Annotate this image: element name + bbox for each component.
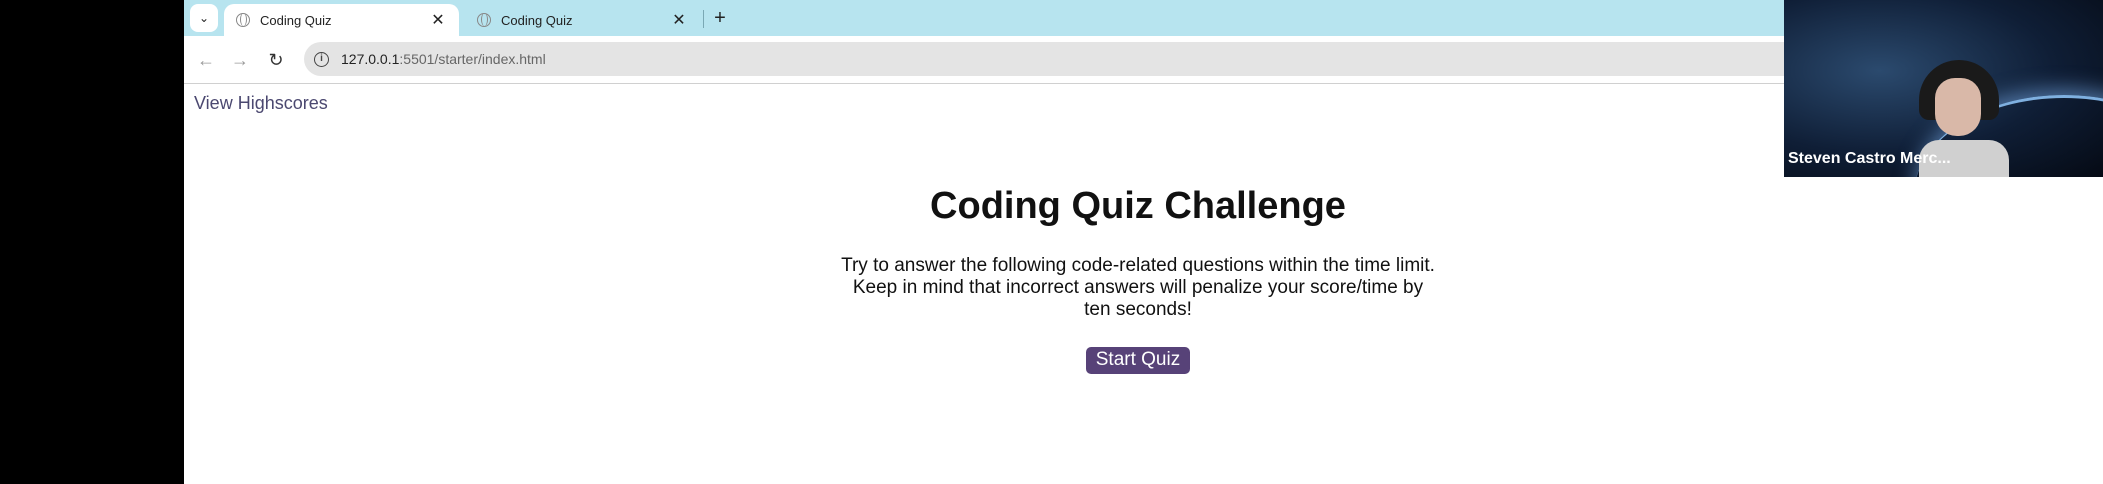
url-path: :5501/starter/index.html (399, 51, 546, 67)
webcam-overlay: Steven Castro Merc... (1784, 0, 2103, 177)
back-button[interactable]: ← (192, 46, 220, 74)
tab-coding-quiz[interactable]: Coding Quiz ✕ (465, 4, 700, 36)
chevron-down-icon: ⌄ (198, 11, 210, 25)
tab-title: Coding Quiz (501, 12, 573, 28)
quiz-intro: Coding Quiz Challenge Try to answer the … (840, 183, 1436, 374)
globe-icon (477, 13, 491, 27)
info-icon[interactable]: i (314, 51, 329, 67)
back-arrow-icon: ← (197, 49, 215, 70)
reload-icon: ↻ (268, 49, 284, 70)
quiz-description: Try to answer the following code-related… (841, 255, 1435, 320)
plus-icon: + (714, 6, 726, 29)
start-quiz-button[interactable]: Start Quiz (1085, 347, 1191, 374)
tab-search-button[interactable]: ⌄ (190, 4, 218, 32)
tab-coding-quiz-active[interactable]: Coding Quiz ✕ (224, 4, 459, 36)
url-host: 127.0.0.1 (341, 51, 400, 67)
tab-title: Coding Quiz (260, 12, 332, 28)
close-icon[interactable]: ✕ (670, 10, 688, 30)
globe-icon (236, 13, 250, 27)
forward-arrow-icon: → (231, 49, 249, 70)
screen: ⌄ Coding Quiz ✕ Coding Quiz ✕ + ← → ↻ i … (0, 0, 2103, 484)
new-tab-button[interactable]: + (705, 4, 735, 32)
participant-name: Steven Castro Merc... (1788, 150, 1951, 167)
reload-button[interactable]: ↻ (262, 46, 290, 74)
view-highscores-link[interactable]: View Highscores (194, 93, 328, 114)
close-icon[interactable]: ✕ (429, 10, 447, 30)
page-title: Coding Quiz Challenge (930, 185, 1346, 227)
forward-button[interactable]: → (226, 46, 254, 74)
tab-divider (703, 10, 704, 28)
